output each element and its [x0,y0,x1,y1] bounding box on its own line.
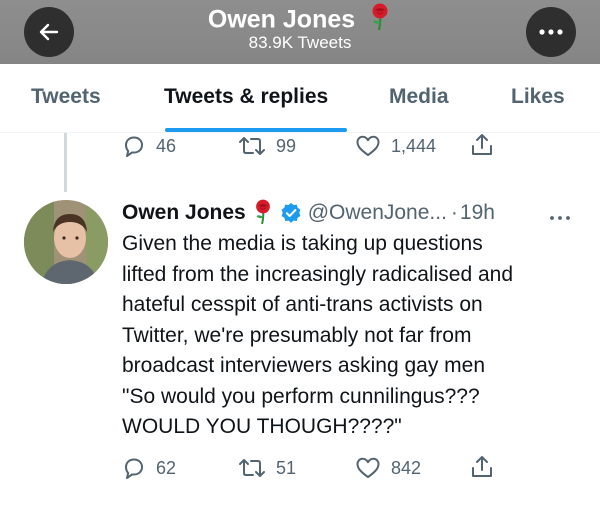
like-action[interactable]: 1,444 [355,134,436,158]
active-tab-indicator [165,128,347,132]
heart-icon [356,135,380,156]
tweet-text-line: lifted from the increasingly radicalised… [122,262,514,286]
share-action[interactable] [469,132,495,158]
avatar[interactable] [24,200,108,284]
tab-tweets[interactable]: Tweets [31,84,101,110]
tweet-text-line: "So would you perform cunnilingus??? [122,384,480,408]
share-icon [472,134,492,155]
tweet-author-handle[interactable]: @OwenJone... [308,201,447,225]
avatar-photo [24,200,108,284]
tweet-text-line: Twitter, we're presumably not far from [122,323,472,347]
verified-badge-icon [281,203,301,223]
like-action[interactable]: 842 [355,456,421,480]
more-dots-icon [550,216,570,220]
like-count: 842 [391,457,422,478]
tweet-text-line: WOULD YOU THOUGH????" [122,415,402,438]
tweet-text-line: hateful cesspit of anti-trans activists … [122,293,483,316]
tweet-author-name[interactable]: Owen Jones [122,201,246,225]
tweet-more-button[interactable] [549,208,571,226]
retweet-icon [239,459,265,477]
reply-action[interactable]: 46 [122,134,176,158]
reply-count: 62 [156,457,177,478]
heart-icon [356,457,380,478]
share-icon [472,456,492,477]
tweet-text: Given the media is taking up questions l… [122,229,584,443]
more-dots-icon [539,29,563,35]
rose-emoji-icon [255,199,270,224]
tab-tweets-and-replies[interactable]: Tweets & replies [164,84,328,110]
like-count: 1,444 [391,135,437,156]
retweet-action[interactable]: 99 [238,134,296,158]
header-title: Owen Jones [0,3,600,34]
tweet-text-line: Given the media is taking up questions [122,232,483,255]
retweet-action[interactable]: 51 [238,456,296,480]
share-action[interactable] [469,454,495,480]
profile-name: Owen Jones [207,5,356,34]
reply-icon [125,136,143,157]
tweet-text-line: broadcast interviewers asking gay men [122,354,486,377]
profile-header: Owen Jones 83.9K Tweets [0,0,600,64]
retweet-count: 99 [276,135,297,156]
tab-media[interactable]: Media [389,84,449,110]
reply-action[interactable]: 62 [122,456,176,480]
profile-tabs: Tweets Tweets & replies Media Likes [0,64,600,133]
reply-icon [125,458,143,479]
separator-dot: · [450,201,458,224]
rose-emoji-icon [372,3,388,31]
tweet-header: Owen Jones @OwenJone... · 19h [122,198,495,228]
retweet-icon [239,137,265,155]
reply-count: 46 [156,135,177,156]
retweet-count: 51 [276,457,297,478]
more-button[interactable] [526,7,576,57]
tweet-count: 83.9K Tweets [248,33,352,52]
tweet-timestamp[interactable]: 19h [460,201,495,225]
thread-connector-line [64,133,67,192]
tab-likes[interactable]: Likes [511,84,565,110]
